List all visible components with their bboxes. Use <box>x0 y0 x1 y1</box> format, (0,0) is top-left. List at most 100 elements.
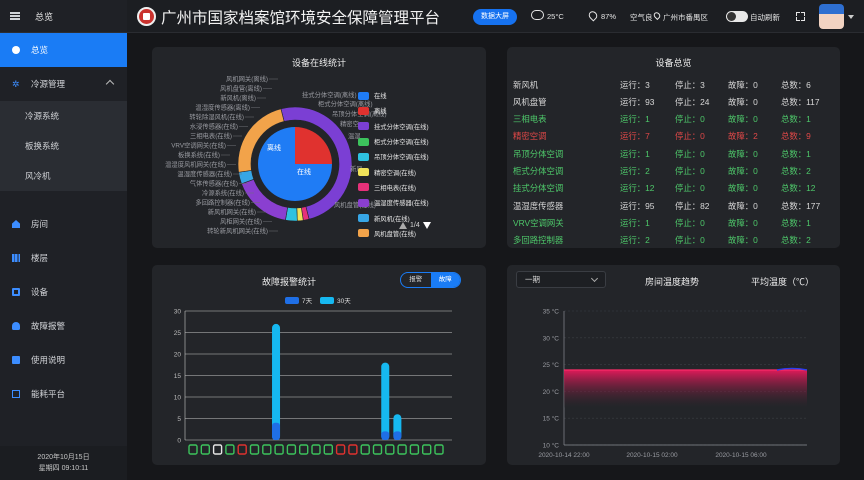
device-category-icon <box>372 444 383 455</box>
bar-7d <box>393 431 402 440</box>
y-tick-label: 25 <box>174 330 182 337</box>
legend-item[interactable]: 离线 <box>358 103 429 118</box>
overview-row[interactable]: 柜式分体空调 运行：2 停止：0 故障：0 总数：2 <box>513 163 833 180</box>
submenu-item-plate-system[interactable]: 板换系统 <box>0 131 127 161</box>
legend-label-7d: 7天 <box>302 297 313 305</box>
building-icon <box>12 254 20 262</box>
legend-item[interactable]: 温湿度传感器(在线) <box>358 195 429 210</box>
device-name: 三相电表 <box>513 114 547 125</box>
location-text: 广州市番禺区 <box>663 13 708 22</box>
legend-pager: 1/4 <box>399 222 431 229</box>
sidebar-item-room[interactable]: 房间 <box>0 207 127 241</box>
run-count: 运行：2 <box>620 235 650 246</box>
device-name: 柜式分体空调 <box>513 166 564 176</box>
overview-row[interactable]: 精密空调 运行：7 停止：0 故障：2 总数：9 <box>513 128 833 145</box>
device-name: 温湿度传感器 <box>513 200 564 211</box>
y-tick-label: 20 <box>174 352 182 359</box>
page-up-icon[interactable] <box>399 222 407 229</box>
x-tick-label: 2020-10-14 22:00 <box>538 452 590 459</box>
legend-item[interactable]: 三相电表(在线) <box>358 180 429 195</box>
page-title: 广州市国家档案馆环境安全保障管理平台 <box>161 10 441 27</box>
run-count: 运行：1 <box>620 217 650 228</box>
legend-swatch <box>358 214 369 223</box>
avatar[interactable] <box>819 4 844 29</box>
stop-count: 停止：0 <box>675 183 705 194</box>
chevron-down-icon[interactable] <box>848 15 854 19</box>
sidebar-item-alarm[interactable]: 故障报警 <box>0 309 127 343</box>
stop-count: 停止：0 <box>675 235 705 246</box>
device-name: 精密空调 <box>513 131 547 142</box>
menu-toggle-icon[interactable] <box>10 12 20 20</box>
sidebar-item-label: 能耗平台 <box>31 389 66 399</box>
pie-callout-label: 三相电表(在线) <box>190 131 232 140</box>
device-category-icon <box>225 444 235 455</box>
overview-row[interactable]: 挂式分体空调 运行：12 停止：0 故障：0 总数：12 <box>513 180 833 197</box>
device-category-icon <box>422 444 432 455</box>
legend-swatch <box>358 168 369 177</box>
device-category-icon <box>397 444 407 455</box>
legend-item[interactable]: 在线 <box>358 88 429 103</box>
temperature-text: 25°C <box>547 12 564 21</box>
total-count: 总数：6 <box>781 79 811 90</box>
fault-count: 故障：0 <box>728 183 758 194</box>
overview-row[interactable]: 新风机 运行：3 停止：3 故障：0 总数：6 <box>513 76 833 93</box>
run-count: 运行：7 <box>620 131 650 142</box>
overview-row[interactable]: 多回路控制器 运行：2 停止：0 故障：0 总数：2 <box>513 232 833 249</box>
sidebar-item-manual[interactable]: 使用说明 <box>0 343 127 377</box>
device-name: 吊顶分体空调 <box>513 148 564 159</box>
humidity-text: 87% <box>601 12 617 21</box>
y-tick-label: 15 <box>174 373 182 380</box>
total-count: 总数：2 <box>781 235 811 246</box>
legend-swatch <box>358 106 369 115</box>
legend-label: 柜式分体空调(在线) <box>374 139 429 147</box>
legend-swatch <box>358 183 369 192</box>
sidebar-item-floor[interactable]: 楼层 <box>0 241 127 275</box>
topbar: 广州市国家档案馆环境安全保障管理平台 数据大屏 25°C 87% 空气良 广州市… <box>127 0 864 33</box>
stop-count: 停止：0 <box>675 217 705 228</box>
submenu-item-cold-system[interactable]: 冷源系统 <box>0 101 127 131</box>
sidebar-header[interactable]: 总览 <box>0 0 127 33</box>
location-pin-icon <box>652 10 662 21</box>
external-link-icon <box>12 390 20 398</box>
pie-callout-label: VRV空调网关(在线) <box>171 141 226 150</box>
overview-row[interactable]: 风机盘管 运行：93 停止：24 故障：0 总数：117 <box>513 93 833 110</box>
legend-label: 三相电表(在线) <box>374 184 416 192</box>
device-category-icon <box>348 444 358 455</box>
sidebar-item-overview[interactable]: 总览 <box>0 33 127 67</box>
submenu-item-air-cooler[interactable]: 风冷机 <box>0 161 127 191</box>
overview-row[interactable]: 吊顶分体空调 运行：1 停止：0 故障：0 总数：1 <box>513 145 833 162</box>
device-category-icon <box>249 444 260 455</box>
legend-item[interactable]: 吊顶分体空调(在线) <box>358 149 429 164</box>
fullscreen-icon[interactable] <box>796 12 805 21</box>
pie-callout-label: 风柜网关(在线) <box>220 217 262 226</box>
sidebar-item-label: 总览 <box>31 45 49 55</box>
big-screen-button[interactable]: 数据大屏 <box>473 9 517 25</box>
chevron-up-icon <box>105 79 115 89</box>
page-down-icon[interactable] <box>422 222 431 229</box>
cold-source-submenu: 冷源系统 板换系统 风冷机 <box>0 101 127 191</box>
total-count: 总数：1 <box>781 217 811 228</box>
legend-item[interactable]: 挂式分体空调(在线) <box>358 119 429 134</box>
device-category-icon <box>434 444 444 455</box>
x-tick-label: 2020-10-15 06:00 <box>715 452 767 459</box>
auto-refresh-toggle[interactable] <box>726 11 748 22</box>
archive-logo <box>137 7 156 26</box>
run-count: 运行：2 <box>620 166 650 176</box>
legend-swatch <box>358 137 369 146</box>
pie-callout-label: 转轮新风机网关(在线) <box>207 226 268 235</box>
stop-count: 停止：0 <box>675 114 705 125</box>
fault-count: 故障：0 <box>728 79 758 90</box>
sidebar-item-device[interactable]: 设备 <box>0 275 127 309</box>
house-icon <box>12 220 20 228</box>
bar-7d <box>381 431 390 440</box>
sidebar-item-cold-source[interactable]: ✲ 冷源管理 <box>0 67 127 101</box>
legend-item[interactable]: 柜式分体空调(在线) <box>358 134 429 149</box>
pie-callout-label: 温湿度传感器(在线) <box>177 169 232 178</box>
legend-item[interactable]: 精密空调(在线) <box>358 164 429 179</box>
sidebar-item-label: 使用说明 <box>31 355 66 365</box>
sidebar-item-energy[interactable]: 能耗平台 <box>0 377 127 411</box>
overview-row[interactable]: 三相电表 运行：1 停止：0 故障：0 总数：1 <box>513 111 833 128</box>
overview-row[interactable]: 温湿度传感器 运行：95 停止：82 故障：0 总数：177 <box>513 197 833 214</box>
overview-row[interactable]: VRV空调网关 运行：1 停止：0 故障：0 总数：1 <box>513 214 833 231</box>
stop-count: 停止：3 <box>675 79 705 90</box>
